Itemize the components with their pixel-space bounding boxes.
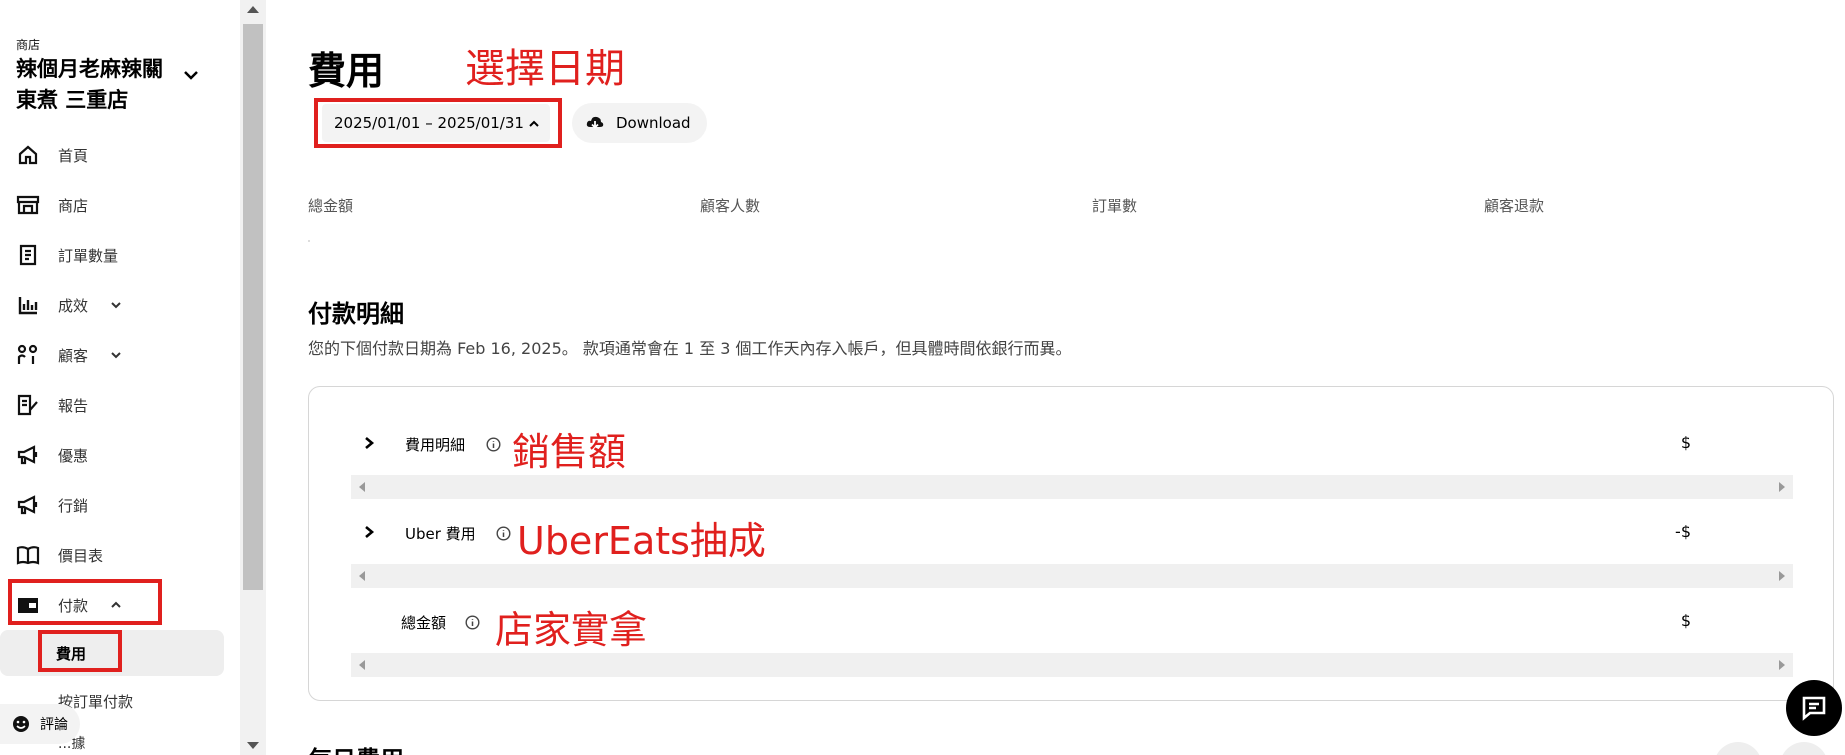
payment-row-amount: $ xyxy=(1680,433,1691,452)
sidebar-item-label: 價目表 xyxy=(58,546,104,565)
annotation-box-fees xyxy=(38,630,122,672)
scroll-left-arrow[interactable] xyxy=(359,660,365,670)
scroll-down-arrow[interactable] xyxy=(247,742,259,749)
store-caption: 商店 xyxy=(16,38,41,52)
store-icon xyxy=(16,193,40,217)
megaphone-icon xyxy=(16,493,40,517)
payment-details-card: 費用明細 銷售額 $ Uber 費用 UberEats抽成 -$ 總金額 店家實… xyxy=(308,386,1834,701)
payment-details-title: 付款明細 xyxy=(308,300,404,328)
stat-orders: 訂單數 xyxy=(1092,197,1138,215)
book-icon xyxy=(16,543,40,567)
megaphone-icon xyxy=(16,443,40,467)
payment-row-uber-fees[interactable]: Uber 費用 UberEats抽成 -$ xyxy=(309,502,1833,563)
download-label: Download xyxy=(616,114,691,132)
sidebar-item-label: 報告 xyxy=(58,396,89,415)
chat-icon xyxy=(1802,696,1826,721)
payment-row-label: Uber 費用 xyxy=(405,525,476,543)
download-button[interactable]: Download xyxy=(572,103,707,143)
sidebar-item-label: 成效 xyxy=(58,296,89,315)
payment-row-label: 總金額 xyxy=(401,614,447,632)
sidebar-item-store[interactable]: 商店 xyxy=(0,183,240,227)
scroll-right-arrow[interactable] xyxy=(1779,571,1785,581)
smiley-icon xyxy=(13,716,29,732)
chevron-right-icon[interactable] xyxy=(363,436,375,450)
daily-fees-title: 每日費用 xyxy=(308,740,404,755)
people-icon xyxy=(16,343,40,367)
payment-row-total: 總金額 店家實拿 $ xyxy=(309,591,1833,652)
sidebar-item-label: 顧客 xyxy=(58,346,89,365)
annotation-box-payments xyxy=(8,579,162,625)
chevron-right-icon[interactable] xyxy=(363,525,375,539)
sidebar-item-performance[interactable]: 成效 xyxy=(0,283,240,327)
sidebar-item-reports[interactable]: 報告 xyxy=(0,383,240,427)
home-icon xyxy=(16,143,40,167)
carousel-next-button[interactable] xyxy=(1780,742,1828,755)
sidebar-item-menu[interactable]: 價目表 xyxy=(0,533,240,577)
report-icon xyxy=(16,393,40,417)
sidebar-item-customers[interactable]: 顧客 xyxy=(0,333,240,377)
annotation-ubereats-fee: UberEats抽成 xyxy=(517,519,766,563)
chevron-down-icon xyxy=(111,302,121,309)
sidebar-scrollbar[interactable] xyxy=(240,0,266,755)
payment-row-amount: -$ xyxy=(1675,522,1691,541)
scroll-right-arrow[interactable] xyxy=(1779,482,1785,492)
chevron-down-icon[interactable] xyxy=(180,64,202,86)
stat-total-amount: 總金額 xyxy=(308,197,354,215)
row-horizontal-scrollbar[interactable] xyxy=(351,564,1793,588)
stat-refunds: 顧客退款 xyxy=(1484,197,1545,215)
review-button[interactable]: 評論 xyxy=(0,704,80,744)
scroll-left-arrow[interactable] xyxy=(359,482,365,492)
chat-button[interactable] xyxy=(1786,680,1842,736)
sidebar-item-home[interactable]: 首頁 xyxy=(0,133,240,177)
sidebar-item-label: 首頁 xyxy=(58,146,89,165)
row-horizontal-scrollbar[interactable] xyxy=(351,653,1793,677)
cloud-download-icon xyxy=(586,116,604,129)
payment-details-description: 您的下個付款日期為 Feb 16, 2025。 款項通常會在 1 至 3 個工作… xyxy=(308,339,1072,358)
carousel-prev-button[interactable] xyxy=(1714,742,1762,755)
scroll-left-arrow[interactable] xyxy=(359,571,365,581)
sidebar-item-marketing[interactable]: 行銷 xyxy=(0,483,240,527)
sidebar-item-label: 行銷 xyxy=(58,496,89,515)
payment-row-amount: $ xyxy=(1680,611,1691,630)
payment-row-label: 費用明細 xyxy=(405,436,466,454)
info-icon[interactable] xyxy=(465,615,480,630)
sidebar-item-label: 商店 xyxy=(58,196,89,215)
page-title: 費用 xyxy=(308,49,385,93)
scroll-thumb[interactable] xyxy=(243,24,263,590)
sidebar-item-orders[interactable]: 訂單數量 xyxy=(0,233,240,277)
store-name[interactable]: 辣個月老麻辣關東煮 三重店 xyxy=(16,54,166,116)
sidebar-item-label: 優惠 xyxy=(58,446,89,465)
annotation-box-date xyxy=(314,98,562,148)
chevron-down-icon xyxy=(111,352,121,359)
receipt-icon xyxy=(16,243,40,267)
scroll-up-arrow[interactable] xyxy=(247,6,259,13)
sidebar-item-label: 訂單數量 xyxy=(58,246,119,265)
stat-customers: 顧客人數 xyxy=(700,197,761,215)
bar-chart-icon xyxy=(16,293,40,317)
row-horizontal-scrollbar[interactable] xyxy=(351,475,1793,499)
review-button-label: 評論 xyxy=(40,717,68,733)
sidebar-item-promotions[interactable]: 優惠 xyxy=(0,433,240,477)
stat-value-placeholder xyxy=(308,240,310,242)
info-icon[interactable] xyxy=(496,526,511,541)
annotation-select-date: 選擇日期 xyxy=(465,46,625,92)
payment-row-fee-details[interactable]: 費用明細 銷售額 $ xyxy=(309,413,1833,474)
scroll-right-arrow[interactable] xyxy=(1779,660,1785,670)
info-icon[interactable] xyxy=(486,437,501,452)
annotation-store-net: 店家實拿 xyxy=(495,608,648,652)
annotation-sales: 銷售額 xyxy=(512,430,627,474)
